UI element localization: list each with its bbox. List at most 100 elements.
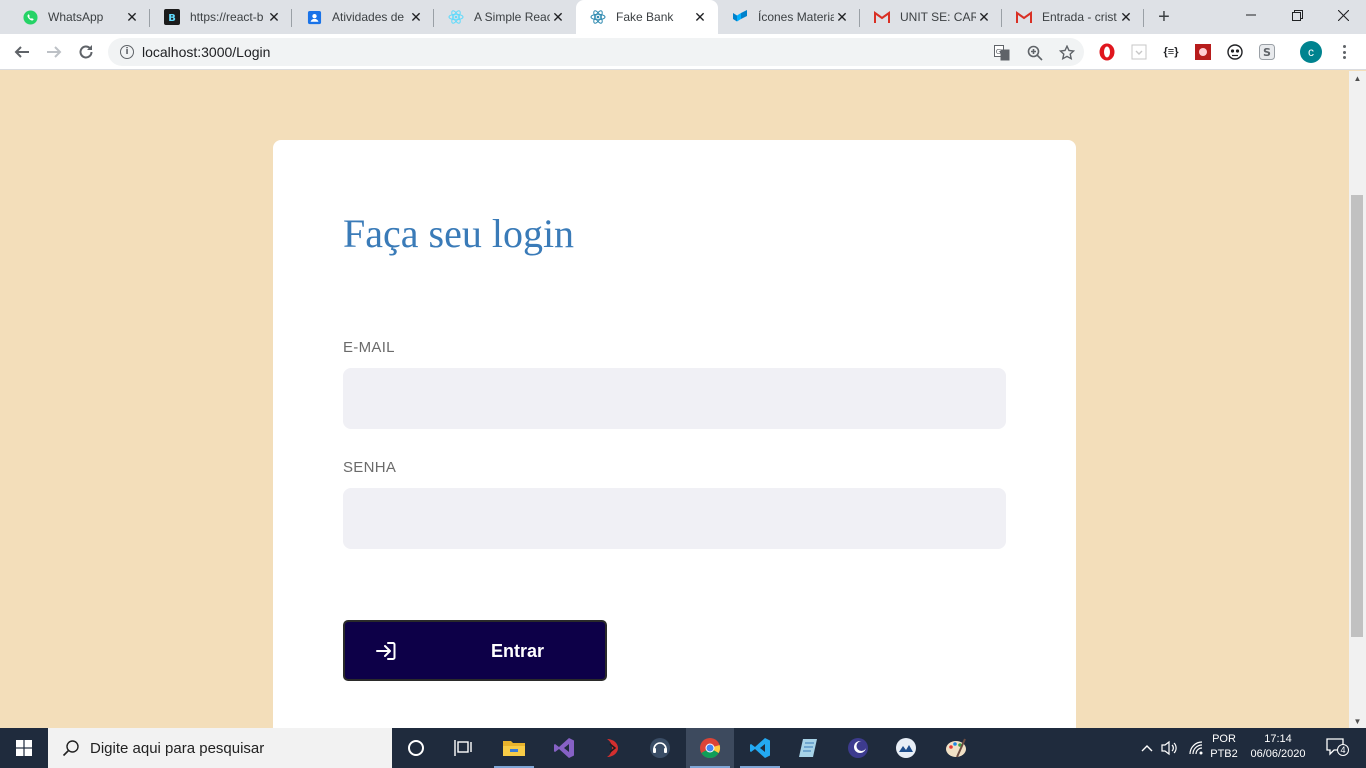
browser-toolbar: i localhost:3000/Login G {≡} S — [0, 34, 1366, 70]
notification-center-icon[interactable]: 4 — [1324, 738, 1349, 756]
chrome-icon[interactable] — [686, 728, 734, 768]
close-tab-icon[interactable]: ✕ — [692, 9, 708, 25]
windows-taskbar: Digite aqui para pesquisar POR PTB2 17:1… — [0, 728, 1366, 768]
tab-title: A Simple React — [474, 10, 550, 24]
keyboard-layout: PTB2 — [1210, 748, 1238, 760]
close-tab-icon[interactable]: ✕ — [550, 9, 566, 25]
log-in-icon — [375, 641, 397, 661]
tab-icones-material[interactable]: Ícones Materia ✕ — [718, 0, 860, 34]
zoom-icon[interactable] — [1027, 45, 1043, 61]
volume-icon[interactable] — [1161, 740, 1179, 756]
network-wifi-icon[interactable] — [1187, 740, 1205, 756]
clock-time: 17:14 — [1264, 733, 1292, 745]
notification-count-badge: 4 — [1337, 744, 1349, 756]
clock[interactable]: 17:14 06/06/2020 — [1246, 732, 1310, 762]
scrollbar-thumb[interactable] — [1351, 195, 1363, 637]
incognito-extension-icon[interactable] — [1226, 43, 1244, 61]
s-extension-icon[interactable]: S — [1258, 43, 1276, 61]
taskbar-search-box[interactable]: Digite aqui para pesquisar — [48, 728, 392, 768]
show-hidden-icons-chevron-icon[interactable] — [1138, 740, 1156, 756]
close-tab-icon[interactable]: ✕ — [1118, 9, 1134, 25]
close-tab-icon[interactable]: ✕ — [266, 9, 282, 25]
gmail-icon — [1016, 9, 1032, 25]
profile-avatar[interactable]: c — [1300, 41, 1322, 63]
tab-strip: WhatsApp ✕ B https://react-b ✕ Atividade… — [0, 0, 1366, 34]
tab-title: Atividades de — [332, 10, 405, 24]
tab-react-bootstrap[interactable]: B https://react-b ✕ — [150, 0, 292, 34]
tab-title: https://react-b — [190, 10, 264, 24]
login-button[interactable]: Entrar — [343, 620, 607, 681]
page-scrollbar[interactable]: ▲ ▼ — [1349, 71, 1366, 728]
tab-unit-se[interactable]: UNIT SE: CART ✕ — [860, 0, 1002, 34]
tab-separator — [1143, 9, 1144, 27]
close-tab-icon[interactable]: ✕ — [976, 9, 992, 25]
url-text: localhost:3000/Login — [142, 44, 271, 60]
close-tab-icon[interactable]: ✕ — [408, 9, 424, 25]
notes-app-icon[interactable] — [784, 728, 832, 768]
email-field[interactable] — [343, 368, 1006, 429]
whatsapp-icon — [22, 9, 38, 25]
cortana-icon[interactable] — [392, 728, 440, 768]
tab-simple-react[interactable]: A Simple React ✕ — [434, 0, 576, 34]
file-explorer-icon[interactable] — [490, 728, 538, 768]
search-icon — [62, 740, 79, 757]
input-language-indicator[interactable]: POR PTB2 — [1206, 732, 1242, 762]
material-icon — [732, 9, 748, 25]
start-button[interactable] — [0, 728, 48, 768]
json-extension-icon[interactable]: {≡} — [1162, 43, 1180, 61]
tab-title: Entrada - crist — [1042, 10, 1117, 24]
react-bootstrap-icon: B — [164, 9, 180, 25]
page-title: Faça seu login — [343, 211, 575, 256]
dragon-app-icon[interactable] — [588, 728, 636, 768]
tab-title: Fake Bank — [616, 10, 674, 24]
bookmark-star-icon[interactable] — [1059, 45, 1075, 61]
new-tab-button[interactable]: + — [1152, 5, 1176, 29]
network-app-icon[interactable] — [882, 728, 930, 768]
translate-icon[interactable]: G — [994, 45, 1010, 61]
back-button[interactable] — [8, 38, 36, 66]
tab-fake-bank[interactable]: Fake Bank ✕ — [576, 0, 718, 34]
colorful-extension-icon[interactable] — [1194, 43, 1212, 61]
search-placeholder: Digite aqui para pesquisar — [90, 739, 265, 757]
svg-text:S: S — [1263, 46, 1271, 59]
task-view-icon[interactable] — [440, 728, 488, 768]
gmail-icon — [874, 9, 890, 25]
vscode-icon[interactable] — [736, 728, 784, 768]
tab-title: WhatsApp — [48, 10, 104, 24]
tab-atividades[interactable]: Atividades de ✕ — [292, 0, 434, 34]
react-icon — [590, 9, 606, 25]
tab-entrada[interactable]: Entrada - crist ✕ — [1002, 0, 1144, 34]
svg-text:G: G — [996, 48, 1001, 56]
page-viewport: Faça seu login E-MAIL SENHA Entrar — [0, 71, 1349, 728]
react-icon — [448, 9, 464, 25]
close-window-button[interactable] — [1320, 0, 1366, 30]
windows-logo-icon — [16, 740, 32, 756]
language-code: POR — [1212, 733, 1236, 745]
browser-menu-icon[interactable] — [1336, 44, 1352, 60]
address-bar[interactable]: i localhost:3000/Login — [108, 38, 1084, 66]
password-label: SENHA — [343, 459, 397, 476]
password-field[interactable] — [343, 488, 1006, 549]
pocket-extension-icon[interactable] — [1130, 43, 1148, 61]
clock-date: 06/06/2020 — [1250, 748, 1306, 760]
restore-button[interactable] — [1274, 0, 1320, 30]
tab-whatsapp[interactable]: WhatsApp ✕ — [8, 0, 150, 34]
site-info-icon[interactable]: i — [120, 45, 134, 59]
tab-title: Ícones Materia — [758, 10, 834, 24]
scroll-up-arrow[interactable]: ▲ — [1349, 71, 1366, 85]
opera-extension-icon[interactable] — [1098, 43, 1116, 61]
eclipse-app-icon[interactable] — [834, 728, 882, 768]
paint-app-icon[interactable] — [932, 728, 980, 768]
tab-title: UNIT SE: CART — [900, 10, 976, 24]
visual-studio-icon[interactable] — [540, 728, 588, 768]
close-tab-icon[interactable]: ✕ — [124, 9, 140, 25]
login-button-label: Entrar — [491, 641, 545, 661]
forward-button[interactable] — [40, 38, 68, 66]
reload-button[interactable] — [72, 38, 100, 66]
scroll-down-arrow[interactable]: ▼ — [1349, 714, 1366, 728]
login-card: Faça seu login E-MAIL SENHA Entrar — [273, 140, 1076, 728]
close-tab-icon[interactable]: ✕ — [834, 9, 850, 25]
minimize-button[interactable] — [1228, 0, 1274, 30]
svg-text:B: B — [168, 13, 176, 24]
support-headset-icon[interactable] — [636, 728, 684, 768]
